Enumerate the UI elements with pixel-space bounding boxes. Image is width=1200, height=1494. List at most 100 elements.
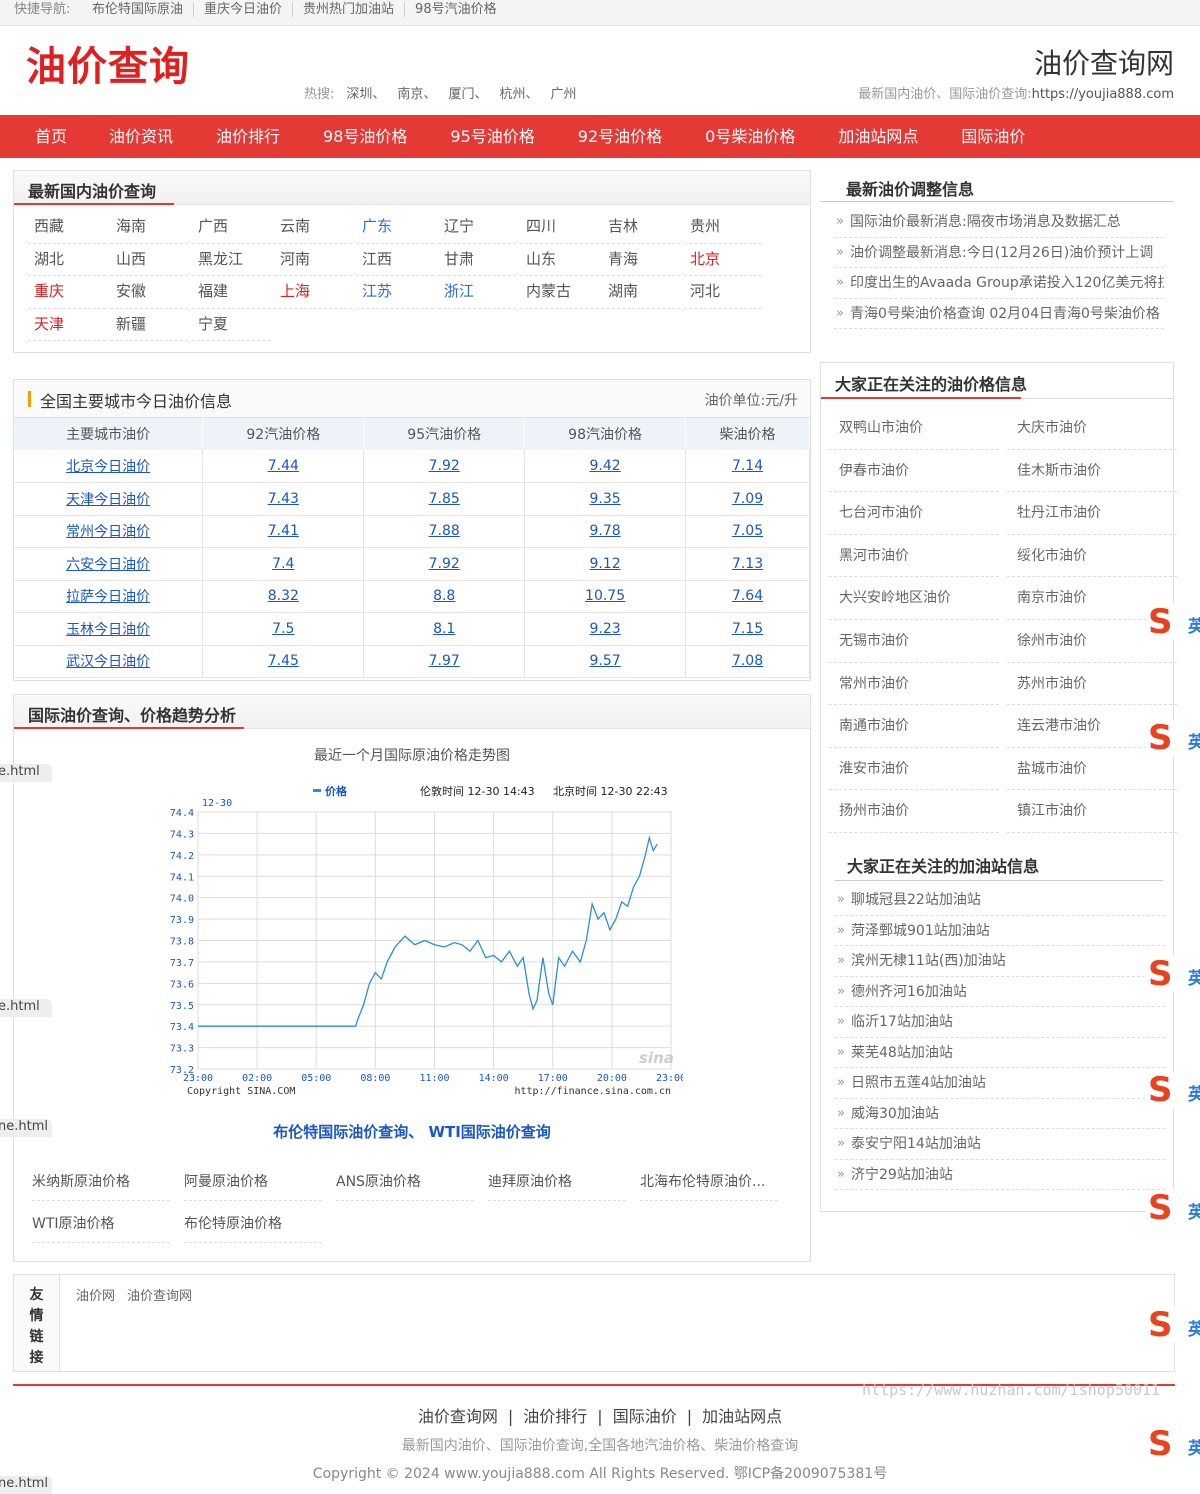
ime-language-indicator[interactable]: 英 bbox=[1188, 612, 1200, 637]
nav-item-diesel[interactable]: 0号柴油价格 bbox=[705, 115, 795, 158]
price-link[interactable]: 7.05 bbox=[732, 523, 763, 539]
province-link[interactable]: 浙江 bbox=[438, 276, 516, 309]
ime-language-indicator[interactable]: 英 bbox=[1188, 1198, 1200, 1223]
focus-city-link[interactable]: 七台河市油价 bbox=[829, 492, 999, 535]
station-link[interactable]: 泰安宁阳14站加油站 bbox=[835, 1129, 1165, 1160]
price-link[interactable]: 8.1 bbox=[433, 621, 455, 637]
price-link[interactable]: 9.23 bbox=[590, 621, 621, 637]
province-link[interactable]: 内蒙古 bbox=[520, 276, 598, 309]
focus-city-link[interactable]: 双鸭山市油价 bbox=[829, 407, 999, 450]
station-link[interactable]: 临沂17站加油站 bbox=[835, 1007, 1165, 1038]
sogou-ime-icon[interactable]: S bbox=[1146, 602, 1182, 642]
oil-link[interactable]: 布伦特原油价格 bbox=[184, 1209, 322, 1243]
station-link[interactable]: 济宁29站加油站 bbox=[835, 1160, 1165, 1190]
oil-link[interactable]: 米纳斯原油价格 bbox=[32, 1167, 170, 1201]
price-link[interactable]: 8.32 bbox=[268, 588, 299, 604]
station-link[interactable]: 日照市五莲4站加油站 bbox=[835, 1068, 1165, 1099]
oil-link[interactable]: 北海布伦特原油价... bbox=[640, 1167, 778, 1201]
ime-language-indicator[interactable]: 英 bbox=[1188, 1315, 1200, 1340]
friend-link[interactable]: 油价查询网 bbox=[127, 1285, 192, 1304]
province-link[interactable]: 新疆 bbox=[110, 309, 188, 341]
price-link[interactable]: 8.8 bbox=[433, 588, 455, 604]
site-url[interactable]: https://youjia888.com bbox=[1032, 87, 1174, 102]
friend-link[interactable]: 油价网 bbox=[76, 1285, 115, 1304]
footer-link[interactable]: 加油站网点 bbox=[702, 1407, 782, 1426]
quick-nav-link[interactable]: 贵州热门加油站 bbox=[303, 3, 406, 17]
province-link[interactable]: 广东 bbox=[356, 211, 434, 244]
sogou-ime-icon[interactable]: S bbox=[1146, 954, 1182, 994]
station-link[interactable]: 德州齐河16加油站 bbox=[835, 977, 1165, 1007]
station-link[interactable]: 威海30加油站 bbox=[835, 1099, 1165, 1129]
focus-city-link[interactable]: 牡丹江市油价 bbox=[1007, 492, 1177, 535]
footer-link[interactable]: 油价排行 bbox=[523, 1407, 587, 1426]
hot-search-link[interactable]: 厦门、 bbox=[448, 83, 487, 102]
adjust-news-item[interactable]: 印度出生的Avaada Group承诺投入120亿美元将拉 bbox=[834, 268, 1164, 299]
focus-city-link[interactable]: 苏州市油价 bbox=[1007, 663, 1177, 706]
price-link[interactable]: 7.13 bbox=[732, 556, 763, 572]
adjust-news-item[interactable]: 青海0号柴油价格查询 02月04日青海0号柴油价格 bbox=[834, 299, 1164, 329]
province-link[interactable]: 上海 bbox=[274, 276, 352, 309]
adjust-news-item[interactable]: 国际油价最新消息:隔夜市场消息及数据汇总 bbox=[834, 207, 1164, 238]
price-link[interactable]: 7.97 bbox=[429, 653, 460, 669]
nav-item-intl[interactable]: 国际油价 bbox=[961, 115, 1025, 158]
city-link[interactable]: 六安今日油价 bbox=[66, 557, 150, 573]
sogou-ime-icon[interactable]: S bbox=[1146, 1424, 1182, 1464]
province-link[interactable]: 福建 bbox=[192, 276, 270, 309]
adjust-news-item[interactable]: 油价调整最新消息:今日(12月26日)油价预计上调 bbox=[834, 238, 1164, 268]
price-link[interactable]: 7.5 bbox=[272, 621, 294, 637]
price-link[interactable]: 7.15 bbox=[732, 621, 763, 637]
province-link[interactable]: 河南 bbox=[274, 244, 352, 276]
focus-city-link[interactable]: 佳木斯市油价 bbox=[1007, 450, 1177, 493]
oil-link[interactable]: WTI原油价格 bbox=[32, 1209, 170, 1243]
province-link[interactable]: 宁夏 bbox=[192, 309, 270, 341]
quick-nav-link[interactable]: 98号汽油价格 bbox=[415, 3, 507, 17]
city-link[interactable]: 天津今日油价 bbox=[66, 492, 150, 508]
price-link[interactable]: 9.78 bbox=[590, 523, 621, 539]
price-link[interactable]: 7.44 bbox=[268, 458, 299, 474]
footer-link[interactable]: 国际油价 bbox=[613, 1407, 677, 1426]
wti-link[interactable]: WTI国际油价查询 bbox=[428, 1123, 550, 1141]
price-link[interactable]: 7.4 bbox=[272, 556, 294, 572]
focus-city-link[interactable]: 绥化市油价 bbox=[1007, 535, 1177, 578]
price-link[interactable]: 7.41 bbox=[268, 523, 299, 539]
province-link[interactable]: 天津 bbox=[28, 309, 106, 341]
city-link[interactable]: 常州今日油价 bbox=[66, 524, 150, 540]
focus-city-link[interactable]: 伊春市油价 bbox=[829, 450, 999, 493]
edge-tab[interactable]: e.html bbox=[0, 764, 52, 782]
nav-item-ranking[interactable]: 油价排行 bbox=[216, 115, 280, 158]
province-link[interactable]: 湖南 bbox=[602, 276, 680, 309]
hot-search-link[interactable]: 杭州、 bbox=[499, 83, 538, 102]
quick-nav-link[interactable]: 布伦特国际原油 bbox=[92, 3, 195, 17]
province-link[interactable]: 云南 bbox=[274, 211, 352, 244]
province-link[interactable]: 河北 bbox=[684, 276, 762, 309]
sogou-ime-icon[interactable]: S bbox=[1146, 1070, 1182, 1110]
nav-item-95[interactable]: 95号油价格 bbox=[450, 115, 534, 158]
focus-city-link[interactable]: 镇江市油价 bbox=[1007, 790, 1177, 833]
focus-city-link[interactable]: 大兴安岭地区油价 bbox=[829, 577, 999, 620]
quick-nav-link[interactable]: 重庆今日油价 bbox=[204, 3, 294, 17]
price-link[interactable]: 7.88 bbox=[429, 523, 460, 539]
station-link[interactable]: 聊城冠县22站加油站 bbox=[835, 885, 1165, 916]
nav-item-92[interactable]: 92号油价格 bbox=[578, 115, 662, 158]
nav-item-stations[interactable]: 加油站网点 bbox=[838, 115, 918, 158]
nav-item-98[interactable]: 98号油价格 bbox=[323, 115, 407, 158]
province-link[interactable]: 四川 bbox=[520, 211, 598, 244]
focus-city-link[interactable]: 无锡市油价 bbox=[829, 620, 999, 663]
ime-language-indicator[interactable]: 英 bbox=[1188, 1080, 1200, 1105]
province-link[interactable]: 黑龙江 bbox=[192, 244, 270, 276]
price-link[interactable]: 7.45 bbox=[268, 653, 299, 669]
station-link[interactable]: 菏泽鄄城901站加油站 bbox=[835, 916, 1165, 946]
province-link[interactable]: 辽宁 bbox=[438, 211, 516, 244]
sogou-ime-icon[interactable]: S bbox=[1146, 1305, 1182, 1345]
province-link[interactable]: 吉林 bbox=[602, 211, 680, 244]
ime-language-indicator[interactable]: 英 bbox=[1188, 728, 1200, 753]
hot-search-link[interactable]: 南京、 bbox=[397, 83, 436, 102]
province-link[interactable]: 江西 bbox=[356, 244, 434, 276]
city-link[interactable]: 武汉今日油价 bbox=[66, 654, 150, 670]
city-link[interactable]: 拉萨今日油价 bbox=[66, 589, 150, 605]
focus-city-link[interactable]: 淮安市油价 bbox=[829, 748, 999, 791]
price-link[interactable]: 7.43 bbox=[268, 491, 299, 507]
edge-tab[interactable]: ne.html bbox=[0, 1476, 52, 1494]
price-link[interactable]: 7.85 bbox=[429, 491, 460, 507]
price-link[interactable]: 9.42 bbox=[590, 458, 621, 474]
